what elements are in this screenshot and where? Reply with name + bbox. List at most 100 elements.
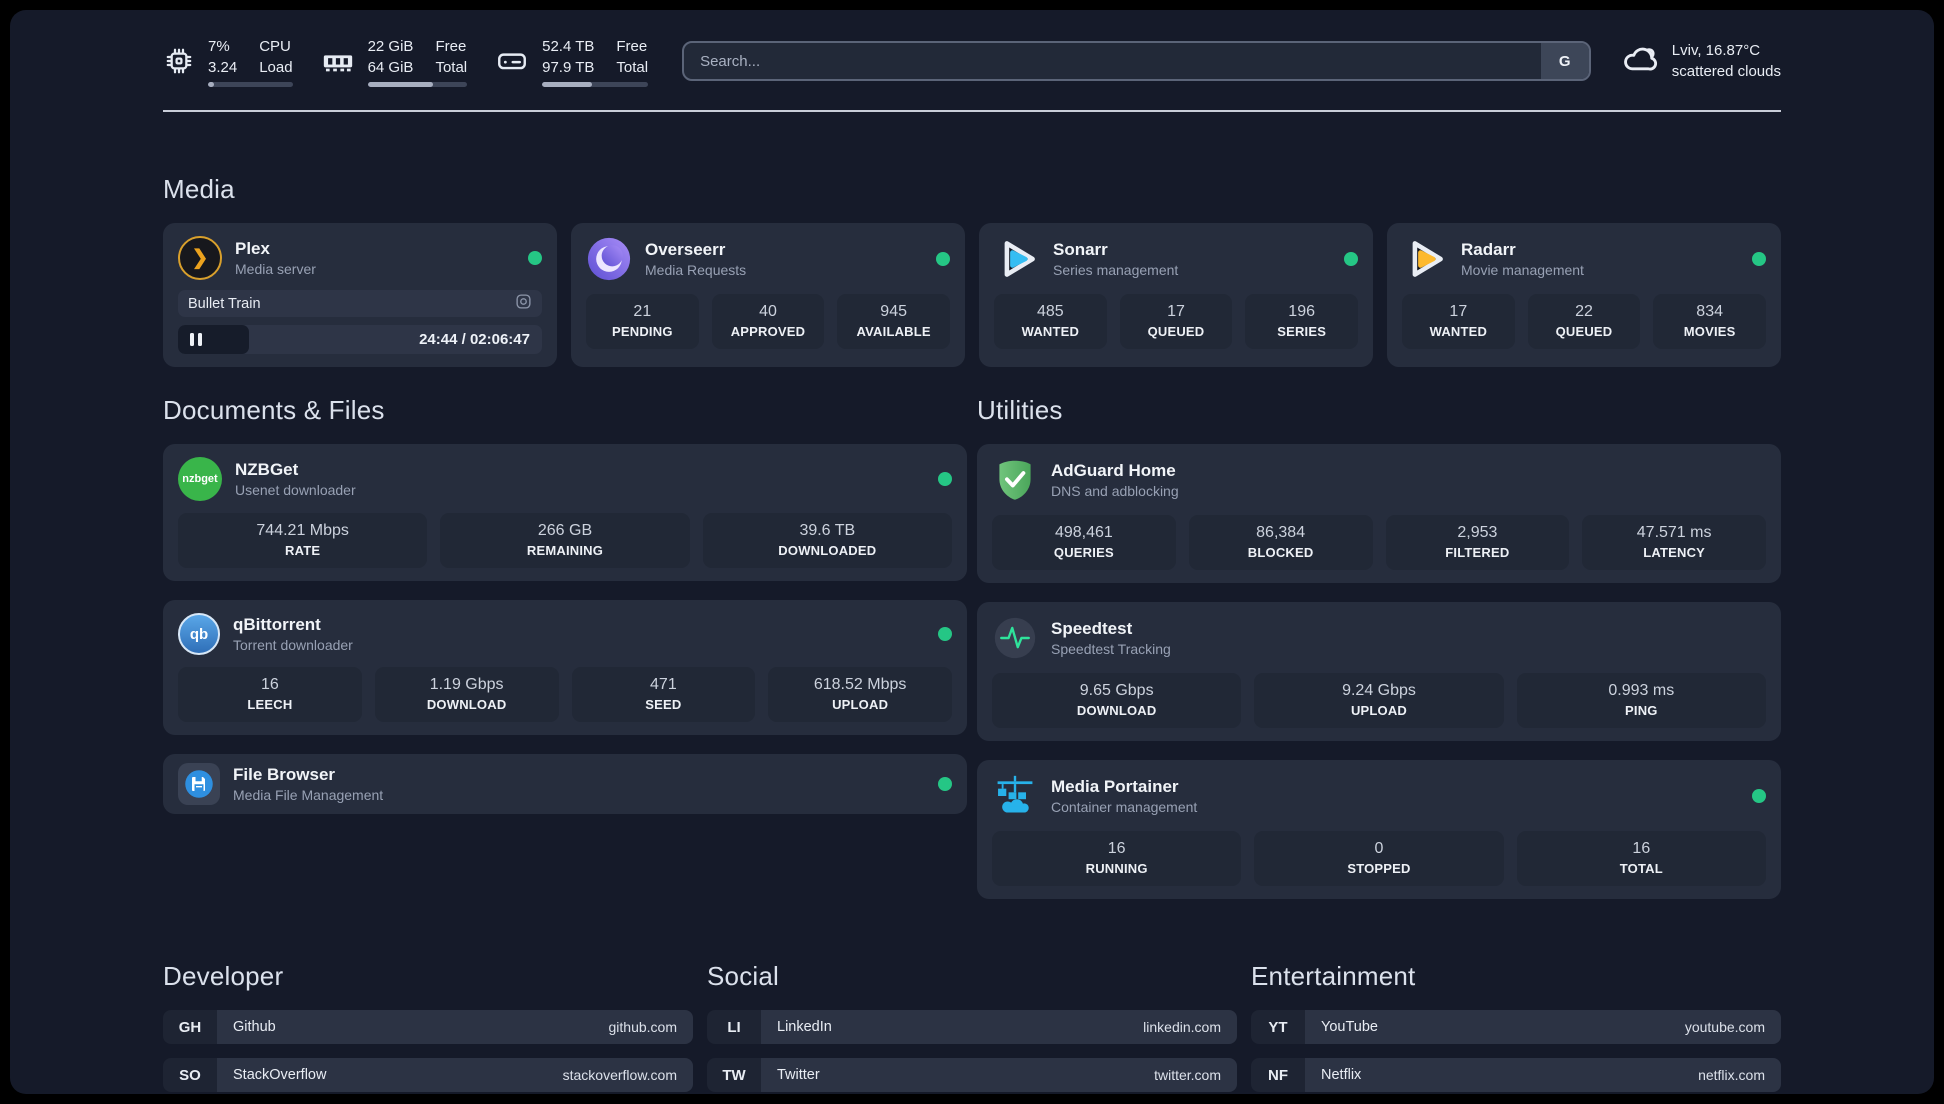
stat-total: 16 TOTAL <box>1516 831 1766 886</box>
app-subtitle: DNS and adblocking <box>1051 482 1179 499</box>
weather-location-temp: Lviv, 16.87°C <box>1671 42 1761 59</box>
section-title-utilities: Utilities <box>977 395 1063 425</box>
app-name: Overseerr <box>645 239 726 259</box>
stat-queued: 22 QUEUED <box>1527 294 1641 349</box>
search-engine-button[interactable]: G <box>1540 43 1589 79</box>
stat-upload: 618.52 Mbps UPLOAD <box>768 667 952 722</box>
playback-time: 24:44 / 02:06:47 <box>419 331 530 348</box>
overseerr-icon <box>586 236 632 282</box>
section-title-social: Social <box>707 961 780 991</box>
app-card-adguard[interactable]: AdGuard Home DNS and adblocking 498,461 … <box>977 444 1781 583</box>
section-title-media: Media <box>163 174 235 204</box>
status-dot <box>938 627 952 641</box>
column-documents: Documents & Files nzbget NZBGet Usenet d… <box>163 367 967 814</box>
bookmark-name: StackOverflow <box>233 1067 327 1083</box>
app-card-speedtest[interactable]: Speedtest Speedtest Tracking 9.65 Gbps D… <box>977 602 1781 741</box>
bookmark-netflix[interactable]: NF Netflix netflix.com <box>1251 1058 1781 1092</box>
bookmark-name: Github <box>233 1019 276 1035</box>
app-card-qbittorrent[interactable]: qb qBittorrent Torrent downloader 16 LEE… <box>163 600 967 735</box>
bookmark-stackoverflow[interactable]: SO StackOverflow stackoverflow.com <box>163 1058 693 1092</box>
disk-free-label: Free <box>616 37 648 55</box>
disk-total-label: Total <box>616 58 649 76</box>
filebrowser-icon <box>178 763 220 805</box>
status-dot <box>938 777 952 791</box>
system-stats: 7% 3.24 CPU Load 22 GiB 64 GiB Free Tota… <box>163 36 649 87</box>
stat-rate: 744.21 Mbps RATE <box>178 513 428 568</box>
app-subtitle: Container management <box>1051 798 1198 815</box>
plex-now-playing-widget: Bullet Train 24:44 / 02:06:47 <box>178 290 542 354</box>
stat-wanted: 485 WANTED <box>994 294 1107 349</box>
app-card-radarr[interactable]: Radarr Movie management 17 WANTED 22 QUE… <box>1387 223 1781 367</box>
stat-download: 9.65 Gbps DOWNLOAD <box>992 673 1242 728</box>
app-card-filebrowser[interactable]: File Browser Media File Management <box>163 754 967 814</box>
bookmarks-grid: Developer GH Github github.com SO StackO… <box>163 961 1781 1094</box>
stat-series: 196 SERIES <box>1245 294 1358 349</box>
bookmark-name: Netflix <box>1321 1067 1362 1083</box>
app-name: Radarr <box>1461 239 1516 259</box>
ram-free-value: 22 GiB <box>367 37 414 55</box>
app-subtitle: Movie management <box>1461 261 1584 278</box>
app-card-portainer[interactable]: Media Portainer Container management 16 … <box>977 760 1781 899</box>
search-input[interactable] <box>684 43 1541 79</box>
cpu-load-label: Load <box>259 58 293 76</box>
media-grid: ❯ Plex Media server Bullet Train 24:44 /… <box>163 223 1781 367</box>
bookmark-github[interactable]: GH Github github.com <box>163 1010 693 1044</box>
app-subtitle: Torrent downloader <box>233 636 353 653</box>
playback-progress-bar: 24:44 / 02:06:47 <box>178 325 542 354</box>
bookmark-group-social: Social LI LinkedIn linkedin.com TW Twitt… <box>707 961 1237 1092</box>
stat-available: 945 AVAILABLE <box>837 294 950 349</box>
cpu-usage-value: 7% <box>208 37 230 55</box>
ram-total-label: Total <box>435 58 468 76</box>
speedtest-pulse-icon <box>992 615 1038 661</box>
bookmark-url: github.com <box>608 1019 677 1035</box>
cpu-load-value: 3.24 <box>208 58 238 76</box>
session-camera-icon <box>515 293 532 315</box>
nzbget-icon: nzbget <box>178 457 222 501</box>
stat-running: 16 RUNNING <box>992 831 1242 886</box>
cloud-icon <box>1621 40 1659 83</box>
app-card-plex[interactable]: ❯ Plex Media server Bullet Train 24:44 /… <box>163 223 557 367</box>
cpu-widget: 7% 3.24 CPU Load <box>163 36 293 87</box>
app-card-sonarr[interactable]: Sonarr Series management 485 WANTED 17 Q… <box>979 223 1373 367</box>
stat-movies: 834 MOVIES <box>1653 294 1766 349</box>
stat-queued: 17 QUEUED <box>1119 294 1233 349</box>
bookmark-url: stackoverflow.com <box>562 1067 677 1083</box>
ram-icon <box>321 44 355 78</box>
app-name: Sonarr <box>1053 239 1108 259</box>
bookmark-abbr: SO <box>163 1058 217 1092</box>
bookmark-name: LinkedIn <box>777 1019 832 1035</box>
section-title-documents: Documents & Files <box>163 395 385 425</box>
column-utilities: Utilities AdGuard Home DNS and adblockin… <box>977 367 1781 899</box>
bookmark-url: netflix.com <box>1698 1067 1765 1083</box>
app-name: Speedtest <box>1051 618 1133 638</box>
app-card-overseerr[interactable]: Overseerr Media Requests 21 PENDING 40 A… <box>571 223 965 367</box>
disk-free-value: 52.4 TB <box>542 37 595 55</box>
bookmark-abbr: YT <box>1251 1010 1305 1044</box>
weather-widget: Lviv, 16.87°C scattered clouds <box>1621 40 1781 83</box>
app-card-nzbget[interactable]: nzbget NZBGet Usenet downloader 744.21 M… <box>163 444 967 581</box>
bookmark-abbr: NF <box>1251 1058 1305 1092</box>
stat-upload: 9.24 Gbps UPLOAD <box>1254 673 1504 728</box>
ram-progress-bar <box>367 81 468 87</box>
stat-approved: 40 APPROVED <box>711 294 825 349</box>
hard-drive-icon <box>495 44 529 78</box>
app-name: AdGuard Home <box>1051 460 1176 480</box>
bookmark-twitter[interactable]: TW Twitter twitter.com <box>707 1058 1237 1092</box>
section-title-entertainment: Entertainment <box>1251 961 1416 991</box>
cpu-usage-label: CPU <box>259 37 291 55</box>
bookmark-abbr: LI <box>707 1010 761 1044</box>
stat-downloaded: 39.6 TB DOWNLOADED <box>702 513 952 568</box>
ram-total-value: 64 GiB <box>367 58 414 76</box>
app-subtitle: Usenet downloader <box>235 481 356 498</box>
cpu-progress-bar <box>208 81 293 87</box>
status-dot <box>1752 789 1766 803</box>
portainer-crane-icon <box>992 773 1038 819</box>
stat-ping: 0.993 ms PING <box>1516 673 1766 728</box>
qbittorrent-icon: qb <box>178 613 220 655</box>
bookmark-youtube[interactable]: YT YouTube youtube.com <box>1251 1010 1781 1044</box>
app-subtitle: Media Requests <box>645 261 747 278</box>
bookmark-linkedin[interactable]: LI LinkedIn linkedin.com <box>707 1010 1237 1044</box>
disk-progress-bar <box>542 81 649 87</box>
app-subtitle: Media File Management <box>233 786 384 803</box>
stat-filtered: 2,953 FILTERED <box>1385 515 1570 570</box>
